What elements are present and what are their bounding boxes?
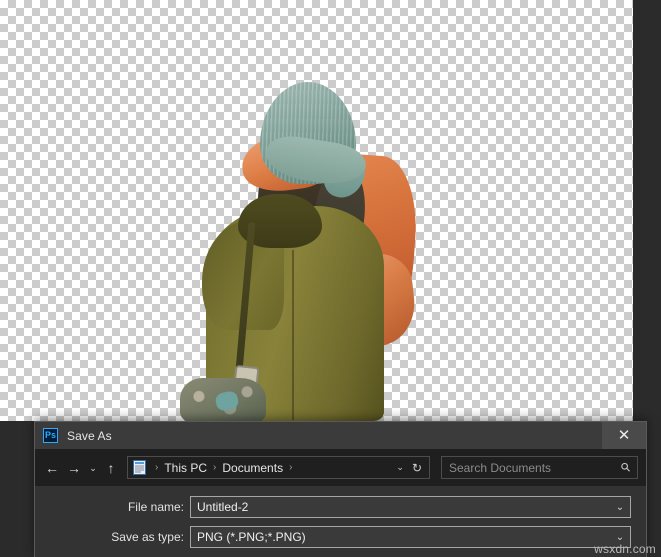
forward-icon[interactable]: → — [63, 456, 85, 480]
dialog-navigation-bar: ← → ⌄ ↑ › This PC › Documents › ⌄ ↻ Sear… — [35, 449, 646, 486]
watermark: wsxdn.com — [594, 542, 656, 556]
canvas-right-gutter — [633, 0, 661, 421]
close-icon[interactable]: ✕ — [602, 422, 646, 449]
save-as-dialog: Ps Save As ✕ ← → ⌄ ↑ › This PC › Documen… — [34, 421, 647, 557]
save-as-type-combobox[interactable]: PNG (*.PNG;*.PNG) ⌄ — [190, 526, 631, 548]
up-one-level-icon[interactable]: ↑ — [101, 456, 121, 480]
breadcrumb-item-this-pc[interactable]: This PC — [164, 461, 207, 475]
dialog-titlebar[interactable]: Ps Save As ✕ — [35, 422, 646, 449]
breadcrumb-separator: › — [213, 462, 217, 473]
recent-locations-chevron-down-icon[interactable]: ⌄ — [85, 456, 101, 480]
save-as-type-chevron-down-icon[interactable]: ⌄ — [610, 532, 630, 543]
photoshop-canvas[interactable] — [0, 0, 633, 421]
dialog-form: File name: ⌄ Save as type: PNG (*.PNG;*.… — [35, 486, 646, 548]
search-box[interactable]: ⚲ — [441, 456, 638, 479]
file-name-chevron-down-icon[interactable]: ⌄ — [610, 502, 630, 513]
photoshop-ps-icon: Ps — [43, 428, 58, 443]
save-as-type-label: Save as type: — [111, 530, 184, 544]
file-name-combobox[interactable]: ⌄ — [190, 496, 631, 518]
documents-folder-icon — [133, 460, 146, 475]
save-as-type-value[interactable]: PNG (*.PNG;*.PNG) — [191, 527, 610, 547]
file-name-label: File name: — [127, 500, 184, 514]
search-input[interactable] — [449, 460, 623, 475]
save-as-type-row: Save as type: PNG (*.PNG;*.PNG) ⌄ — [35, 526, 631, 548]
file-name-row: File name: ⌄ — [35, 496, 631, 518]
back-icon[interactable]: ← — [41, 456, 63, 480]
breadcrumb-trailing-separator[interactable]: › — [283, 462, 298, 473]
breadcrumb-item-documents[interactable]: Documents — [222, 461, 283, 475]
refresh-icon[interactable]: ↻ — [409, 461, 425, 475]
cutout-person-image — [180, 78, 421, 421]
dialog-title: Save As — [67, 428, 112, 443]
file-name-input[interactable] — [191, 500, 610, 514]
breadcrumb[interactable]: › This PC › Documents › ⌄ ↻ — [127, 456, 430, 479]
breadcrumb-chevron-down-icon[interactable]: ⌄ — [391, 462, 409, 473]
breadcrumb-separator: › — [155, 462, 159, 473]
photoshop-save-as-screen: Ps Save As ✕ ← → ⌄ ↑ › This PC › Documen… — [0, 0, 661, 557]
coat-back-seam — [292, 250, 294, 420]
